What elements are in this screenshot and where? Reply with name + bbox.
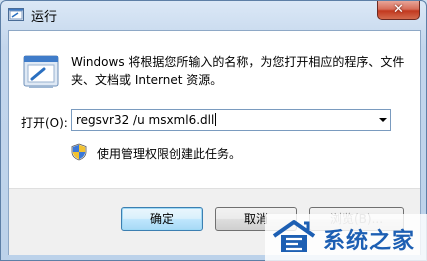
open-combobox[interactable]: regsvr32 /u msxml6.dll	[71, 109, 391, 131]
watermark-text: 系统之家	[323, 229, 416, 254]
open-input[interactable]: regsvr32 /u msxml6.dll	[76, 113, 217, 127]
admin-privilege-note: 使用管理权限创建此任务。	[97, 147, 242, 161]
uac-shield-icon	[71, 143, 87, 161]
dialog-description: Windows 将根据您所输入的名称，为您打开相应的程序、文件夹、文档或 Int…	[71, 55, 405, 87]
run-dialog-icon	[8, 8, 24, 21]
open-label: 打开(O):	[21, 116, 68, 130]
title-bar[interactable]: 运行 ✕	[1, 1, 426, 29]
open-input-value: regsvr32 /u msxml6.dll	[76, 113, 215, 127]
dropdown-arrow-icon[interactable]	[379, 118, 387, 122]
text-caret	[215, 113, 217, 126]
ok-button[interactable]: 确定	[121, 207, 203, 231]
close-button[interactable]: ✕	[377, 1, 420, 20]
close-icon: ✕	[393, 2, 404, 17]
window-title: 运行	[31, 10, 58, 25]
house-logo-icon	[272, 220, 316, 252]
run-program-icon	[23, 55, 59, 88]
site-watermark: 系统之家	[265, 214, 427, 261]
